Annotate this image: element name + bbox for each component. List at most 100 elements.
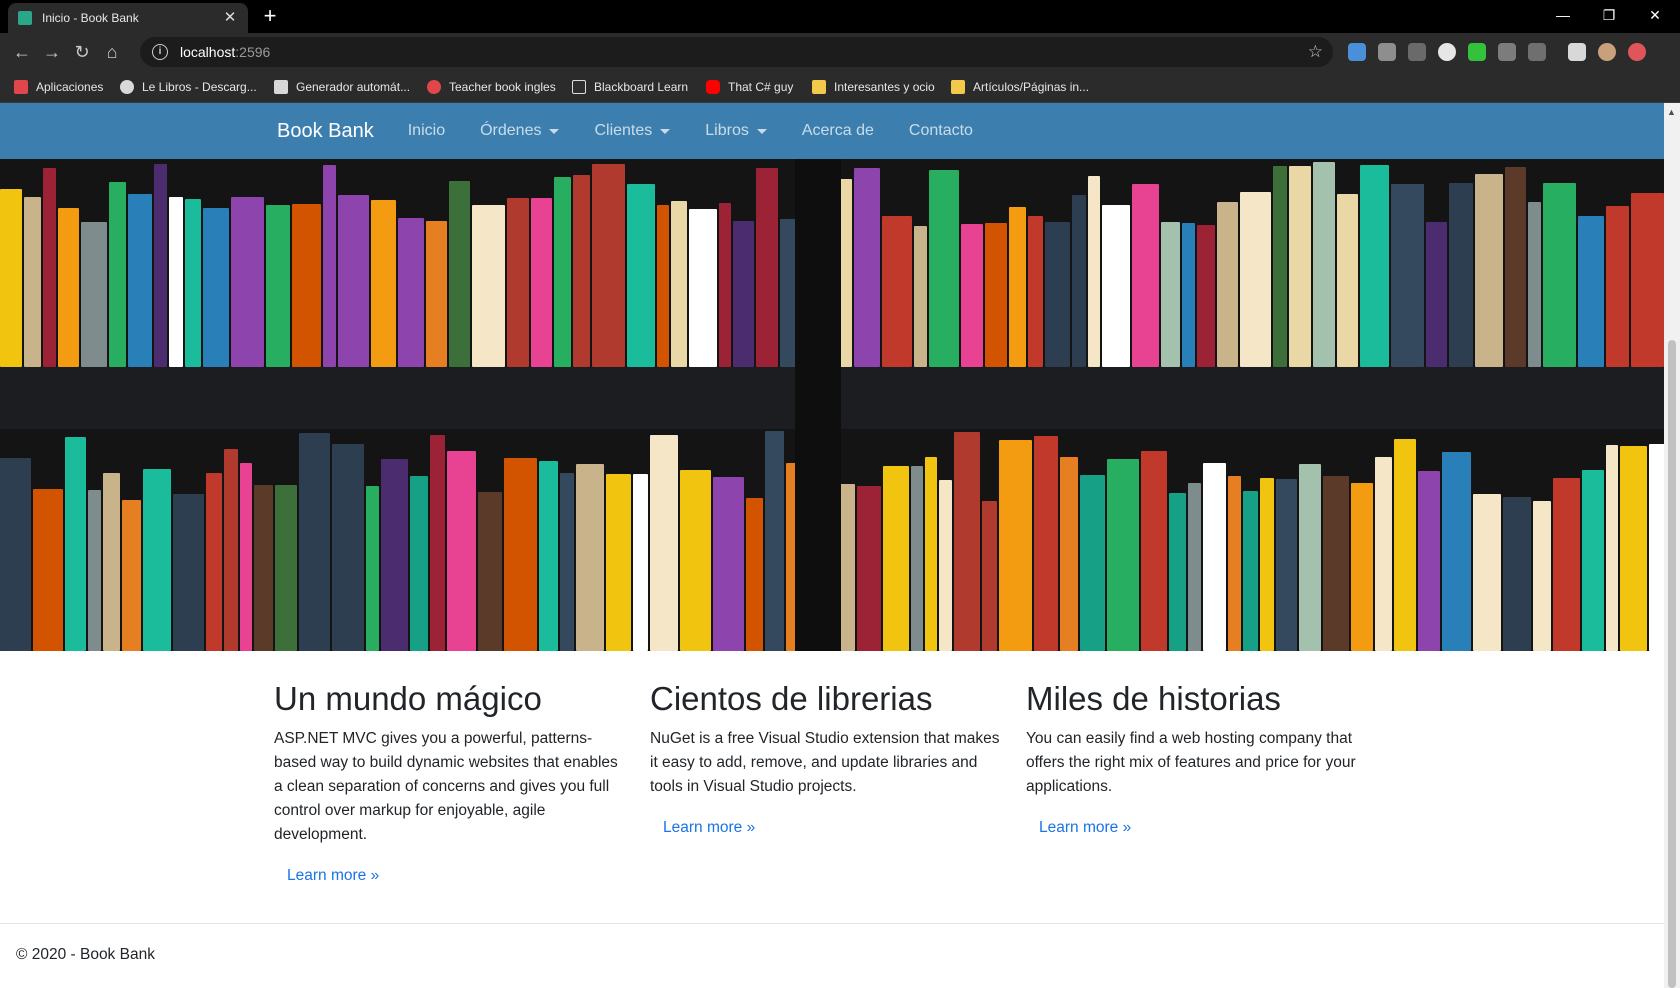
new-tab-plus-icon[interactable]: + [258, 5, 282, 29]
book-spine [1426, 222, 1447, 367]
folder-icon [812, 80, 826, 94]
book-spine [0, 458, 31, 651]
bookmark-teacher-book[interactable]: Teacher book ingles [427, 78, 556, 96]
nav-link-acerca[interactable]: Acerca de [802, 122, 874, 140]
bookmark-star-icon[interactable]: ☆ [1308, 42, 1323, 62]
nav-link-label: Libros [705, 122, 749, 139]
extension-chat-icon[interactable] [1438, 43, 1456, 61]
book-spine [689, 209, 717, 367]
book-spine [911, 466, 923, 651]
home-icon[interactable]: ⌂ [100, 41, 124, 65]
bookmark-apps[interactable]: Aplicaciones [14, 78, 103, 96]
minimize-icon[interactable]: — [1540, 0, 1586, 30]
profile-avatar[interactable] [1598, 43, 1616, 61]
bookmark-lelibros[interactable]: Le Libros - Descarg... [120, 78, 257, 96]
back-arrow-icon[interactable]: ← [10, 41, 34, 65]
book-spine [1578, 216, 1604, 367]
book-spine [1273, 166, 1287, 367]
scrollbar-thumb[interactable] [1668, 340, 1676, 988]
scroll-up-arrow-icon[interactable]: ▲ [1667, 107, 1676, 117]
caret-down-icon [756, 128, 767, 134]
address-bar[interactable]: i localhost :2596 ☆ [140, 37, 1333, 67]
book-spine [531, 198, 552, 367]
extension-shield-icon[interactable] [1348, 43, 1366, 61]
book-spine [1276, 479, 1297, 651]
book-spine [925, 457, 937, 651]
window-close-icon[interactable]: ✕ [1632, 0, 1678, 30]
book-spine [929, 170, 959, 367]
book-spine [573, 175, 590, 367]
reload-icon[interactable]: ↻ [70, 41, 94, 65]
bookmark-generador[interactable]: Generador automát... [274, 78, 410, 96]
book-spine [1582, 470, 1604, 651]
book-spine [231, 197, 264, 367]
bookmark-folder-interesantes[interactable]: Interesantes y ocio [812, 78, 935, 96]
learn-more-link[interactable]: Learn more » [287, 867, 379, 885]
nav-dropdown-clientes[interactable]: Clientes [594, 122, 671, 140]
globe-icon [120, 80, 134, 94]
nav-link-contacto[interactable]: Contacto [909, 122, 973, 140]
book-spine [1028, 216, 1043, 367]
book-spine [1060, 457, 1078, 651]
book-spine [1260, 478, 1274, 651]
extension-puzzle-icon[interactable] [1528, 43, 1546, 61]
learn-more-link[interactable]: Learn more » [663, 819, 755, 837]
youtube-icon [706, 80, 720, 94]
book-spine [746, 498, 763, 651]
book-spine [914, 226, 927, 367]
book-spine [954, 432, 980, 651]
book-spine [185, 199, 201, 367]
book-spine [1337, 194, 1358, 367]
book-spine [1240, 192, 1271, 367]
bookmark-blackboard[interactable]: Blackboard Learn [572, 78, 688, 96]
browser-tab[interactable]: Inicio - Book Bank ✕ [8, 3, 248, 33]
book-spine [1299, 464, 1321, 651]
learn-more-link[interactable]: Learn more » [1039, 819, 1131, 837]
book-spine [1442, 452, 1471, 651]
book-spine [0, 189, 22, 367]
book-spine [1606, 445, 1618, 651]
book-spine [338, 195, 369, 367]
nav-dropdown-ordenes[interactable]: Órdenes [480, 122, 560, 140]
extension-robot-icon[interactable] [1378, 43, 1396, 61]
book-spine [1080, 475, 1105, 651]
book-spine [1289, 166, 1311, 367]
extension-red-icon[interactable] [1628, 43, 1646, 61]
book-spine [854, 168, 880, 367]
site-info-icon[interactable]: i [152, 44, 168, 60]
book-spine [33, 489, 63, 651]
nav-dropdown-libros[interactable]: Libros [705, 122, 767, 140]
url-host: localhost [180, 44, 236, 60]
book-spine [1034, 436, 1058, 651]
feature-body: You can easily find a web hosting compan… [1026, 730, 1356, 796]
book-spine [1228, 476, 1241, 651]
nav-link-label: Clientes [594, 122, 653, 139]
book-spine [426, 221, 447, 367]
nav-link-label: Acerca de [801, 122, 874, 139]
book-spine [961, 224, 983, 367]
book-spine [109, 182, 126, 367]
book-spine [592, 164, 625, 367]
extension-green-icon[interactable] [1468, 43, 1486, 61]
feature-heading: Cientos de librerias [650, 680, 933, 717]
bookmark-thatcsharpguy[interactable]: That C# guy [706, 78, 793, 96]
close-icon[interactable]: ✕ [222, 10, 238, 26]
book-spine [430, 435, 445, 651]
feature-body: NuGet is a free Visual Studio extension … [650, 730, 1000, 796]
book-spine [1473, 494, 1501, 651]
book-spine [1132, 184, 1159, 367]
book-spine [1533, 501, 1551, 651]
restore-icon[interactable]: ❐ [1586, 0, 1632, 30]
extension-drive-icon[interactable] [1498, 43, 1516, 61]
navbar-brand[interactable]: Book Bank [277, 120, 374, 143]
book-spine [1360, 165, 1389, 367]
bookmark-folder-articulos[interactable]: Artículos/Páginas in... [951, 78, 1089, 96]
nav-link-inicio[interactable]: Inicio [408, 122, 445, 140]
reading-list-icon[interactable] [1568, 43, 1586, 61]
forward-arrow-icon[interactable]: → [40, 41, 64, 65]
extension-speaker-icon[interactable] [1408, 43, 1426, 61]
book-spine [1649, 444, 1664, 651]
page-favicon-icon [18, 11, 32, 25]
book-spine [1449, 183, 1473, 367]
book-spine [240, 463, 252, 651]
